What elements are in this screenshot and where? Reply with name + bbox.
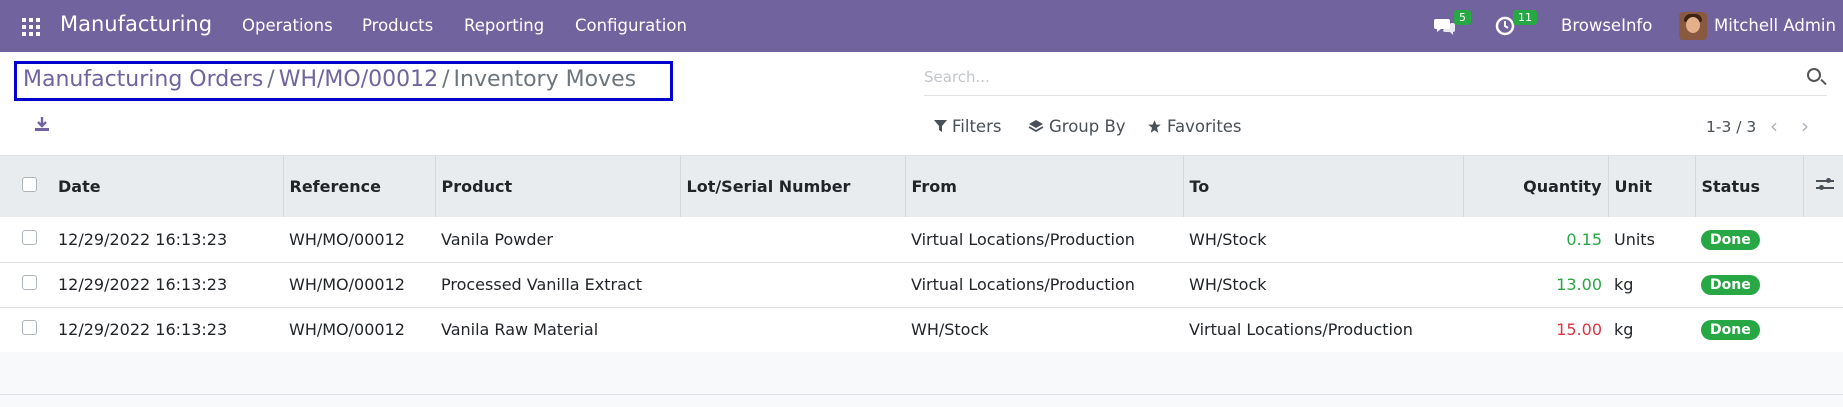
cell-to: Virtual Locations/Production [1183,307,1463,353]
column-to[interactable]: To [1183,156,1464,217]
cell-date: 12/29/2022 16:13:23 [52,262,283,308]
column-quantity[interactable]: Quantity [1463,156,1609,217]
breadcrumb-separator: / [267,67,275,92]
table-row[interactable]: 12/29/2022 16:13:23 WH/MO/00012 Vanila R… [0,307,1843,353]
row-checkbox[interactable] [22,229,37,245]
user-menu[interactable]: Mitchell Admin [1714,16,1836,35]
cell-reference: WH/MO/00012 [283,262,435,308]
filter-icon [934,120,947,132]
breadcrumb-separator: / [442,67,450,92]
cell-product: Vanila Powder [435,217,680,263]
cell-unit: kg [1608,307,1695,353]
cell-date: 12/29/2022 16:13:23 [52,217,283,263]
messages-count-badge: 5 [1454,10,1471,25]
status-badge: Done [1701,229,1760,250]
cell-unit: Units [1608,217,1695,263]
search-input[interactable] [924,62,1794,92]
inventory-moves-table: Date Reference Product Lot/Serial Number… [0,156,1843,353]
menu-operations[interactable]: Operations [242,16,333,35]
status-badge: Done [1701,320,1760,340]
cell-quantity: 13.00 [1463,262,1608,308]
cell-from: Virtual Locations/Production [905,217,1183,263]
column-from[interactable]: From [905,156,1184,217]
table-row[interactable]: 12/29/2022 16:13:23 WH/MO/00012 Processe… [0,262,1843,308]
company-switcher[interactable]: BrowseInfo [1561,16,1652,35]
cell-lot [680,217,905,263]
clock-icon [1495,16,1515,36]
menu-configuration[interactable]: Configuration [575,16,687,35]
cell-from: Virtual Locations/Production [905,262,1183,308]
row-checkbox[interactable] [22,320,37,335]
activities-count-badge: 11 [1513,10,1537,25]
group-by-label: Group By [1049,117,1126,136]
favorites-button[interactable]: Favorites [1147,117,1242,136]
select-all-checkbox[interactable] [22,177,37,192]
cell-unit: kg [1608,262,1695,308]
column-product[interactable]: Product [435,156,681,217]
pager-previous-icon[interactable]: ‹ [1770,114,1778,138]
cell-reference: WH/MO/00012 [283,217,435,263]
column-status[interactable]: Status [1695,156,1804,217]
cell-quantity: 15.00 [1463,307,1608,353]
table-footer [0,352,1843,395]
apps-menu-icon[interactable] [22,18,42,36]
cell-lot [680,262,905,308]
favorites-label: Favorites [1167,117,1242,136]
breadcrumb-manufacturing-orders[interactable]: Manufacturing Orders [23,67,263,92]
column-unit[interactable]: Unit [1608,156,1696,217]
filters-label: Filters [952,117,1002,136]
cell-reference: WH/MO/00012 [283,307,435,353]
top-navbar: Manufacturing Operations Products Report… [0,0,1843,52]
cell-quantity: 0.15 [1463,217,1608,263]
breadcrumb-mo-reference[interactable]: WH/MO/00012 [279,67,438,92]
search-bar [924,62,1827,96]
download-button[interactable] [34,116,50,132]
column-lot-serial[interactable]: Lot/Serial Number [680,156,906,217]
activities-button[interactable]: 11 [1495,10,1537,40]
star-icon [1148,120,1161,133]
column-date[interactable]: Date [52,156,284,217]
optional-columns-icon[interactable] [1815,178,1834,192]
cell-lot [680,307,905,353]
cell-from: WH/Stock [905,307,1183,353]
cell-product: Vanila Raw Material [435,307,680,353]
table-header-row: Date Reference Product Lot/Serial Number… [0,156,1843,217]
group-by-button[interactable]: Group By [1028,117,1126,136]
breadcrumb-current: Inventory Moves [453,67,637,92]
pager-value[interactable]: 1-3 / 3 [1706,118,1756,136]
messages-button[interactable]: 5 [1434,10,1471,40]
pager-next-icon[interactable]: › [1801,114,1809,138]
cell-to: WH/Stock [1183,262,1463,308]
layers-icon [1028,120,1044,133]
app-name[interactable]: Manufacturing [60,12,212,36]
menu-reporting[interactable]: Reporting [464,16,544,35]
cell-product: Processed Vanilla Extract [435,262,680,308]
column-reference[interactable]: Reference [283,156,436,217]
user-avatar[interactable] [1679,12,1707,40]
download-icon [35,117,49,131]
search-icon[interactable] [1807,68,1821,82]
status-badge: Done [1701,275,1760,295]
table-row[interactable]: 12/29/2022 16:13:23 WH/MO/00012 Vanila P… [0,217,1843,263]
filters-button[interactable]: Filters [934,117,1001,136]
cell-to: WH/Stock [1183,217,1463,263]
breadcrumb: Manufacturing Orders / WH/MO/00012/Invento… [14,61,673,101]
row-checkbox[interactable] [22,275,37,290]
menu-products[interactable]: Products [362,16,433,35]
cell-date: 12/29/2022 16:13:23 [52,307,283,353]
chat-icon [1434,19,1455,35]
